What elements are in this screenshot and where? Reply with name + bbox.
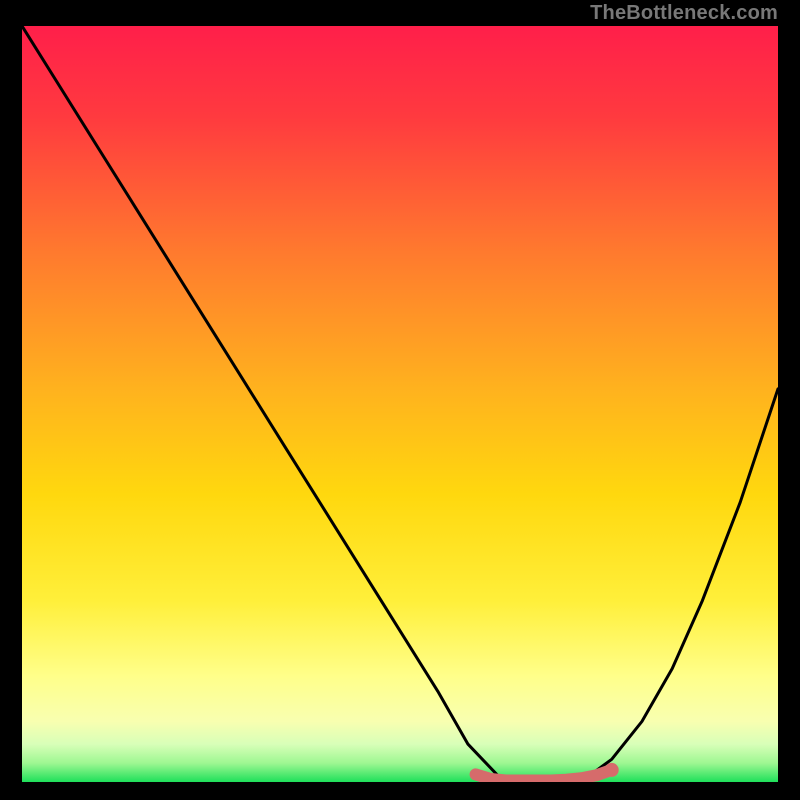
watermark-text: TheBottleneck.com [590,2,778,25]
chart-frame [20,24,780,784]
bottleneck-chart [22,26,778,782]
optimal-point-marker [605,763,619,777]
gradient-background [22,26,778,782]
